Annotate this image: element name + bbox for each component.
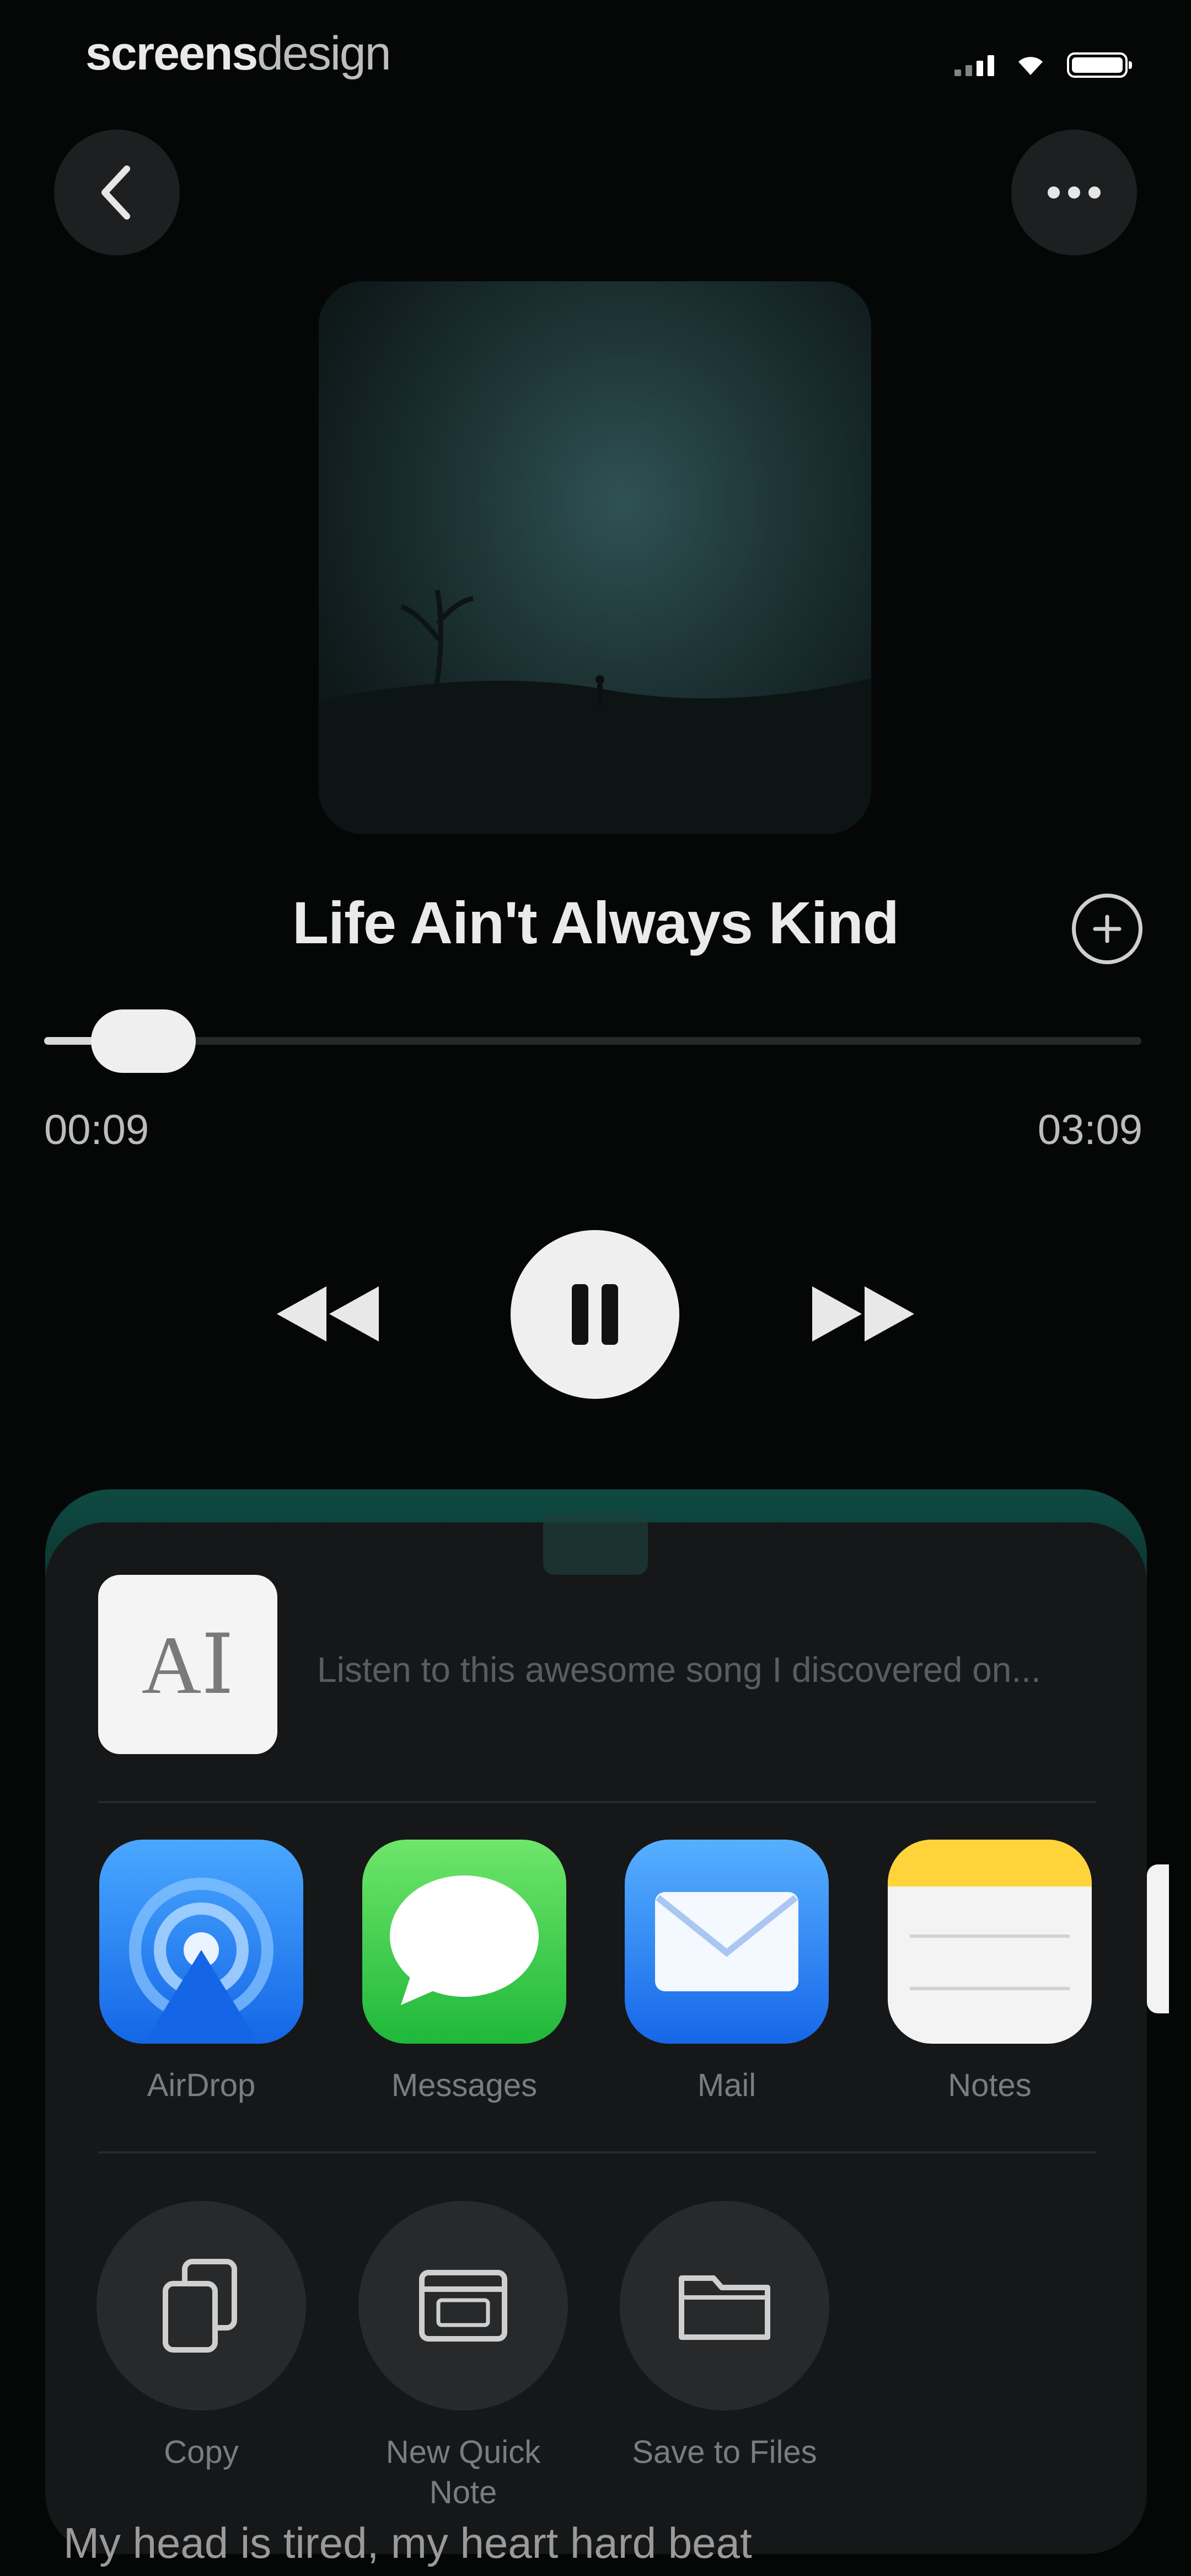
share-app-airdrop[interactable]: AirDrop xyxy=(99,1840,303,2106)
share-message-preview: Listen to this awesome song I discovered… xyxy=(317,1650,1041,1690)
rewind-button[interactable] xyxy=(271,1281,382,1350)
status-bar xyxy=(954,52,1132,78)
plus-icon xyxy=(1093,915,1122,943)
total-duration: 03:09 xyxy=(1037,1107,1142,1153)
folder-icon xyxy=(620,2201,829,2411)
mail-icon xyxy=(625,1840,829,2044)
action-new-quick-note[interactable]: New Quick Note xyxy=(358,2201,568,2513)
lyrics-line: My head is tired, my heart hard beat xyxy=(63,2519,752,2567)
back-button[interactable] xyxy=(54,130,180,255)
share-app-messages[interactable]: Messages xyxy=(362,1840,566,2106)
ellipsis-icon xyxy=(1048,186,1101,199)
action-save-to-files[interactable]: Save to Files xyxy=(620,2201,829,2473)
copy-icon xyxy=(96,2201,306,2411)
add-to-library-button[interactable] xyxy=(1072,894,1142,964)
messages-icon xyxy=(362,1840,566,2044)
brand-watermark: screensdesign xyxy=(85,27,391,80)
divider xyxy=(98,1801,1096,1803)
signal-icon xyxy=(954,54,994,76)
divider xyxy=(98,2151,1096,2153)
share-app-notes[interactable]: Notes xyxy=(888,1840,1092,2106)
action-label: New Quick Note xyxy=(385,2434,541,2510)
rewind-icon xyxy=(277,1286,379,1342)
battery-icon xyxy=(1067,52,1132,78)
wifi-icon xyxy=(1018,57,1043,75)
chevron-left-icon xyxy=(101,165,130,220)
notes-icon xyxy=(888,1840,1092,2044)
text-preview-thumbnail: AⅠ xyxy=(98,1575,277,1754)
pause-icon xyxy=(572,1284,618,1345)
action-label: Save to Files xyxy=(632,2434,817,2470)
app-label: Messages xyxy=(391,2067,538,2103)
fast-forward-icon xyxy=(812,1286,914,1342)
progress-scrubber[interactable] xyxy=(91,1009,196,1073)
action-label: Copy xyxy=(164,2434,239,2470)
quick-note-icon xyxy=(358,2201,568,2411)
elapsed-time: 00:09 xyxy=(44,1107,149,1153)
action-copy[interactable]: Copy xyxy=(96,2201,306,2473)
fast-forward-button[interactable] xyxy=(809,1281,920,1350)
progress-track[interactable] xyxy=(44,1037,1141,1045)
song-title: Life Ain't Always Kind xyxy=(292,889,899,956)
pause-button[interactable] xyxy=(511,1230,679,1399)
airdrop-icon xyxy=(99,1840,303,2044)
share-app-overflow[interactable] xyxy=(1147,1864,1169,2013)
app-label: AirDrop xyxy=(147,2067,256,2103)
share-app-mail[interactable]: Mail xyxy=(625,1840,829,2106)
app-label: Notes xyxy=(948,2067,1032,2103)
sheet-grabber[interactable] xyxy=(543,1514,648,1575)
text-format-icon: AⅠ xyxy=(141,1619,234,1711)
more-options-button[interactable] xyxy=(1011,130,1137,255)
app-label: Mail xyxy=(697,2067,757,2103)
album-artwork xyxy=(319,281,871,834)
